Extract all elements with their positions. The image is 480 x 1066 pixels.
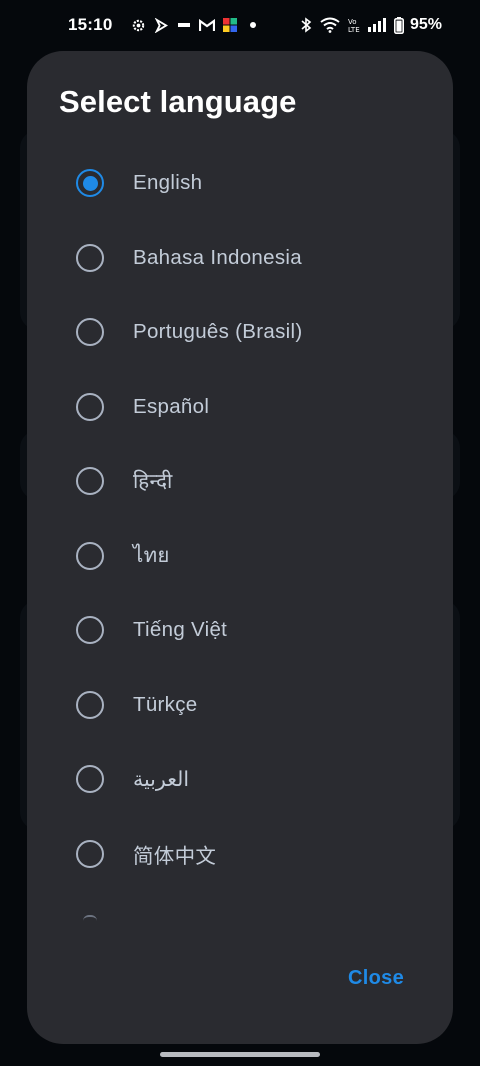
language-option-bahasa-indonesia[interactable]: Bahasa Indonesia	[27, 221, 453, 296]
language-label: Tiếng Việt	[133, 618, 228, 642]
language-option-vietnamese[interactable]: Tiếng Việt	[27, 593, 453, 668]
language-label: Español	[133, 394, 210, 418]
language-label: 简体中文	[133, 844, 217, 868]
language-label: English	[133, 171, 203, 195]
language-option-espanol[interactable]: Español	[27, 370, 453, 445]
signal-icon	[367, 17, 388, 33]
battery-icon	[393, 16, 404, 34]
radio-unselected-icon[interactable]	[76, 318, 104, 347]
radio-unselected-icon[interactable]	[76, 392, 104, 421]
language-option-arabic[interactable]: العربية	[27, 742, 453, 817]
wifi-icon	[320, 17, 340, 33]
language-option-thai[interactable]: ไทย	[27, 519, 453, 594]
battery-percent: 95%	[409, 16, 442, 33]
radio-unselected-icon[interactable]	[76, 839, 104, 868]
radio-unselected-icon[interactable]	[76, 243, 104, 272]
dialog-title: Select language	[59, 84, 297, 119]
language-label: العربية	[133, 767, 190, 791]
notification-dot-icon	[245, 17, 261, 33]
status-bar: 15:10 Vo LTE 95%	[0, 0, 480, 50]
language-option-hindi[interactable]: हिन्दी	[27, 444, 453, 519]
bluetooth-icon	[298, 17, 314, 33]
language-label: हिन्दी	[133, 470, 173, 494]
play-arrow-icon	[153, 17, 169, 33]
settings-gear-icon	[130, 17, 146, 33]
gmail-icon	[199, 17, 216, 33]
radio-unselected-icon[interactable]	[76, 690, 104, 719]
language-label: Türkçe	[133, 692, 198, 716]
select-language-dialog: Select language English Bahasa Indonesia…	[27, 51, 453, 1044]
radio-dot	[82, 175, 98, 191]
language-list: English Bahasa Indonesia Português (Bras…	[27, 146, 453, 891]
radio-icon	[176, 17, 192, 33]
status-time: 15:10	[68, 15, 113, 34]
language-option-turkish[interactable]: Türkçe	[27, 668, 453, 743]
language-option-simplified-chinese[interactable]: 简体中文	[27, 817, 453, 892]
radio-unselected-icon[interactable]	[76, 616, 104, 645]
home-indicator[interactable]	[160, 1052, 320, 1057]
language-option-portugues-brasil[interactable]: Português (Brasil)	[27, 295, 453, 370]
radio-selected-icon[interactable]	[76, 169, 104, 198]
volte-icon: Vo LTE	[346, 17, 362, 33]
language-label: Português (Brasil)	[133, 320, 303, 344]
app-icon	[222, 17, 238, 33]
svg-text:LTE: LTE	[348, 26, 360, 33]
language-label: Bahasa Indonesia	[133, 245, 302, 269]
language-label: ไทย	[133, 544, 170, 568]
language-option-english[interactable]: English	[27, 146, 453, 221]
close-button[interactable]: Close	[348, 967, 404, 990]
svg-text:Vo: Vo	[348, 18, 357, 26]
radio-unselected-icon[interactable]	[76, 467, 104, 496]
radio-unselected-icon[interactable]	[76, 541, 104, 570]
radio-unselected-icon[interactable]	[76, 765, 104, 794]
next-option-peek	[83, 915, 97, 921]
